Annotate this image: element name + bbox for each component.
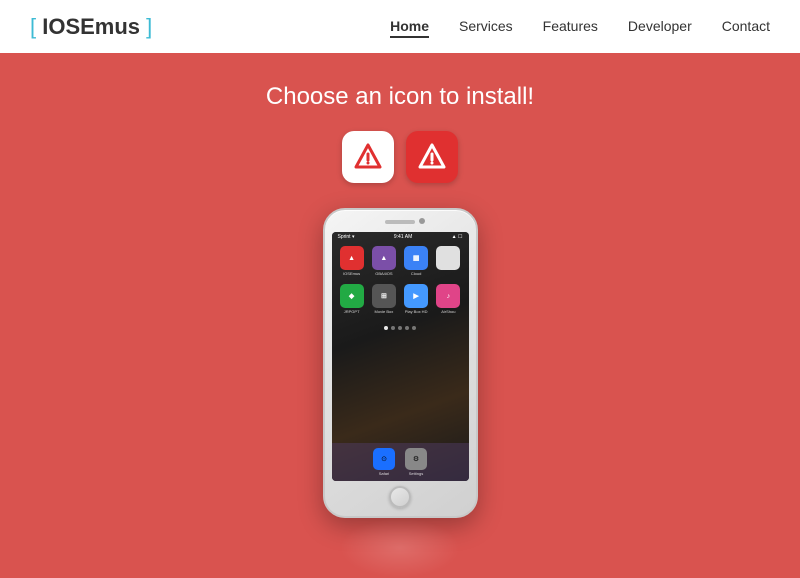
logo: [ IOSEmus ] xyxy=(30,14,152,40)
grid-label-3: Cloud xyxy=(411,271,421,276)
phone-body: Sprint ▾ 9:41 AM ▲ ☐ ▲ IOSEmus ▲ GBA4iOS xyxy=(323,208,478,518)
nav-links: Home Services Features Developer Contact xyxy=(390,18,770,36)
grid-label-8: AirShou xyxy=(441,309,455,314)
app-grid-row2: ◆ JRPGPT ⊞ Movie Box ▶ Play Box HD ♪ xyxy=(332,280,469,318)
page-dot-4 xyxy=(405,326,409,330)
grid-label-2: GBA4iOS xyxy=(375,271,392,276)
grid-label-7: Play Box HD xyxy=(405,309,428,314)
status-time: 9:41 AM xyxy=(394,234,412,240)
app-icon-cell-6: ⊞ Movie Box xyxy=(370,284,398,314)
logo-text: IOSEmus xyxy=(42,14,140,39)
icon-option-2[interactable] xyxy=(406,131,458,183)
grid-label-6: Movie Box xyxy=(375,309,394,314)
status-bar: Sprint ▾ 9:41 AM ▲ ☐ xyxy=(332,232,469,242)
grid-icon-8: ♪ xyxy=(436,284,460,308)
grid-icon-3: ▦ xyxy=(404,246,428,270)
phone-screen: Sprint ▾ 9:41 AM ▲ ☐ ▲ IOSEmus ▲ GBA4iOS xyxy=(332,232,469,481)
dock-label-safari: Safari xyxy=(379,471,389,476)
phone-mockup: Sprint ▾ 9:41 AM ▲ ☐ ▲ IOSEmus ▲ GBA4iOS xyxy=(323,208,478,518)
phone-camera xyxy=(419,218,425,224)
nav-item-services[interactable]: Services xyxy=(459,18,513,36)
phone-dock: ⊙ Safari ⚙ Settings xyxy=(332,443,469,481)
app-icon-cell-4 xyxy=(434,246,462,276)
dock-icon-safari-cell: ⊙ Safari xyxy=(373,448,395,476)
phone-home-button[interactable] xyxy=(389,486,411,508)
phone-speaker xyxy=(385,220,415,224)
app-icon-cell-7: ▶ Play Box HD xyxy=(402,284,430,314)
app-icon-cell-2: ▲ GBA4iOS xyxy=(370,246,398,276)
page-dot-5 xyxy=(412,326,416,330)
status-carrier: Sprint ▾ xyxy=(338,234,355,240)
grid-icon-6: ⊞ xyxy=(372,284,396,308)
grid-icon-7: ▶ xyxy=(404,284,428,308)
grid-icon-1: ▲ xyxy=(340,246,364,270)
page-dot-3 xyxy=(398,326,402,330)
status-icons: ▲ ☐ xyxy=(452,234,463,240)
dock-label-settings: Settings xyxy=(409,471,423,476)
headline: Choose an icon to install! xyxy=(266,83,534,111)
dock-icon-settings-cell: ⚙ Settings xyxy=(405,448,427,476)
grid-icon-2: ▲ xyxy=(372,246,396,270)
grid-label-1: IOSEmus xyxy=(343,271,360,276)
nav-item-developer[interactable]: Developer xyxy=(628,18,692,36)
page-dot-2 xyxy=(391,326,395,330)
nav-item-features[interactable]: Features xyxy=(543,18,598,36)
nav-item-contact[interactable]: Contact xyxy=(722,18,770,36)
phone-reflection xyxy=(340,518,460,578)
logo-bracket-close: ] xyxy=(140,14,152,39)
app-grid-row1: ▲ IOSEmus ▲ GBA4iOS ▦ Cloud xyxy=(332,242,469,280)
icon-option-1[interactable] xyxy=(342,131,394,183)
nav-item-home[interactable]: Home xyxy=(390,18,429,36)
app-icon-cell-3: ▦ Cloud xyxy=(402,246,430,276)
app-icon-cell-8: ♪ AirShou xyxy=(434,284,462,314)
app-icon-cell-5: ◆ JRPGPT xyxy=(338,284,366,314)
app-icon-cell-1: ▲ IOSEmus xyxy=(338,246,366,276)
dock-icon-safari: ⊙ xyxy=(373,448,395,470)
grid-icon-5: ◆ xyxy=(340,284,364,308)
logo-bracket-open: [ xyxy=(30,14,42,39)
dock-icon-settings: ⚙ xyxy=(405,448,427,470)
icon-choices xyxy=(342,131,458,183)
page-dots xyxy=(332,326,469,330)
navbar: [ IOSEmus ] Home Services Features Devel… xyxy=(0,0,800,53)
grid-label-5: JRPGPT xyxy=(344,309,360,314)
grid-icon-4 xyxy=(436,246,460,270)
page-dot-1 xyxy=(384,326,388,330)
main-content: Choose an icon to install! xyxy=(0,53,800,518)
screen-background: Sprint ▾ 9:41 AM ▲ ☐ ▲ IOSEmus ▲ GBA4iOS xyxy=(332,232,469,481)
